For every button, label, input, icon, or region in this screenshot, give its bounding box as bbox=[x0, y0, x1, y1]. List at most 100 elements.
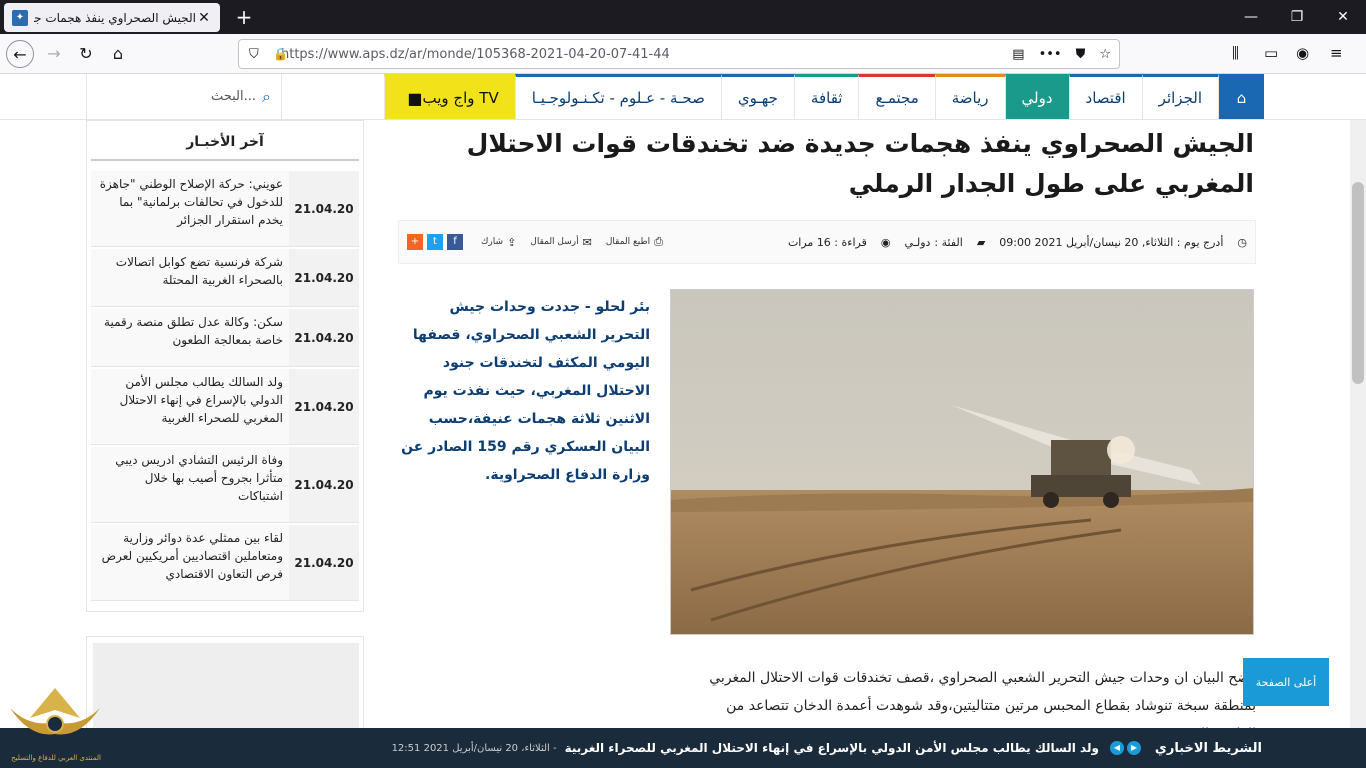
ad-box bbox=[86, 636, 364, 737]
ticker-headline[interactable]: ولد السالك يطالب مجلس الأمن الدولي بالإس… bbox=[565, 741, 1099, 755]
folder-icon: ▰ bbox=[976, 235, 986, 249]
library-icon[interactable]: ⫼ bbox=[1232, 44, 1239, 62]
close-window-icon[interactable]: ✕ bbox=[1320, 0, 1366, 34]
menu-item-society[interactable]: مجتمـع bbox=[858, 74, 935, 119]
menu-item-economy[interactable]: اقتصاد bbox=[1068, 74, 1142, 119]
ticker-prev-icon[interactable]: ◀ bbox=[1109, 741, 1124, 755]
eagle-logo-icon bbox=[10, 688, 100, 735]
article-photo bbox=[670, 289, 1254, 635]
menu-item-health-science[interactable]: صحـة - عـلوم - تكـنـولوجـيـا bbox=[514, 74, 721, 119]
menu-item-regional[interactable]: جهـوي bbox=[720, 74, 794, 119]
menu-item-sports[interactable]: رياضة bbox=[934, 74, 1005, 119]
reload-button[interactable]: ↻ bbox=[72, 40, 100, 68]
search-box[interactable]: البحث... ⌕ bbox=[86, 74, 282, 119]
print-link[interactable]: اطبع المقال bbox=[606, 237, 650, 247]
forum-logo: المنتدى العربي للدفاع والتسليح bbox=[0, 678, 110, 768]
menu-item-tv[interactable]: ■ واج ويب TV bbox=[384, 74, 515, 119]
list-item[interactable]: 21.04.20 شركة فرنسية تضع كوابل اتصالات ب… bbox=[91, 249, 359, 307]
lock-icon[interactable]: 🔒 bbox=[273, 47, 288, 61]
meta-reads: قراءة : 16 مرات bbox=[787, 235, 867, 249]
article-meta: ◷ أدرج يوم : الثلاثاء, 20 نيسان/أبريل 20… bbox=[398, 220, 1256, 264]
news-ticker: الشريط الاخباري ◀ ▶ ولد السالك يطالب مجل… bbox=[0, 728, 1366, 768]
bookmark-star-icon[interactable]: ☆ bbox=[1099, 47, 1111, 62]
site-favicon-icon: ✦ bbox=[12, 9, 28, 26]
forward-button[interactable]: → bbox=[40, 40, 68, 68]
rocket-launcher-image bbox=[671, 290, 1253, 634]
news-date: 21.04.20 bbox=[289, 369, 359, 444]
article-lead: بئر لحلو - جددت وحدات جيش التحرير الشعبي… bbox=[401, 299, 650, 483]
new-tab-button[interactable]: + bbox=[232, 5, 256, 29]
url-text[interactable]: https://www.aps.dz/ar/monde/105368-2021-… bbox=[281, 47, 998, 62]
send-link[interactable]: أرسل المقال bbox=[530, 237, 578, 247]
shield-icon[interactable]: ⛉ bbox=[249, 47, 259, 62]
latest-news-sidebar: آخر الأخبـار 21.04.20 عويني: حركة الإصلا… bbox=[86, 120, 364, 612]
plus-icon[interactable]: + bbox=[407, 234, 423, 250]
list-item[interactable]: 21.04.20 ولد السالك يطالب مجلس الأمن الد… bbox=[91, 369, 359, 445]
site-header: ⌂ الجزائر اقتصاد دولي رياضة مجتمـع ثقافة… bbox=[0, 74, 1366, 120]
share-label[interactable]: شارك bbox=[481, 237, 503, 247]
article-title: الجيش الصحراوي ينفذ هجمات جديدة ضد تخندق… bbox=[466, 129, 1254, 198]
ticker-next-icon[interactable]: ▶ bbox=[1126, 741, 1141, 755]
meta-category[interactable]: دولـي bbox=[904, 236, 930, 249]
ticker-arrows: ◀ ▶ bbox=[1107, 741, 1141, 755]
sidebar-toggle-icon[interactable]: ▭ bbox=[1264, 44, 1278, 62]
list-item[interactable]: 21.04.20 وفاة الرئيس التشادي ادريس ديبي … bbox=[91, 447, 359, 523]
menu-item-international[interactable]: دولي bbox=[1004, 74, 1069, 119]
back-to-top-button[interactable]: أعلى الصفحة bbox=[1243, 658, 1329, 706]
share-icon[interactable]: ⇪ bbox=[507, 236, 516, 249]
news-date: 21.04.20 bbox=[289, 171, 359, 246]
back-button[interactable]: ← bbox=[6, 40, 34, 68]
ad-placeholder bbox=[93, 643, 359, 737]
page-actions-icon[interactable]: ••• bbox=[1039, 47, 1062, 62]
ticker-date: - الثلاثاء، 20 نيسان/أبريل 2021 12:51 bbox=[391, 742, 557, 754]
browser-tab[interactable]: ✦ الجيش الصحراوي ينفذ هجمات جديدة ✕ bbox=[4, 3, 220, 32]
menu-home[interactable]: ⌂ bbox=[1218, 74, 1264, 119]
news-headline[interactable]: شركة فرنسية تضع كوابل اتصالات بالصحراء ا… bbox=[91, 249, 289, 306]
news-headline[interactable]: وفاة الرئيس التشادي ادريس ديبي متأثرا بج… bbox=[91, 447, 289, 522]
list-item[interactable]: 21.04.20 لقاء بين ممثلي عدة دوائر وزارية… bbox=[91, 525, 359, 601]
meta-category-label: الفئة : bbox=[934, 235, 963, 249]
browser-tabbar: ✦ الجيش الصحراوي ينفذ هجمات جديدة ✕ + — … bbox=[0, 0, 1366, 34]
url-bar[interactable]: ⛉ 🔒 https://www.aps.dz/ar/monde/105368-2… bbox=[238, 39, 1120, 69]
pocket-icon[interactable]: ⛊ bbox=[1076, 47, 1086, 62]
page-scrollbar[interactable] bbox=[1350, 120, 1366, 728]
news-headline[interactable]: سكن: وكالة عدل تطلق منصة رقمية خاصة بمعا… bbox=[91, 309, 289, 366]
news-date: 21.04.20 bbox=[289, 249, 359, 306]
ticker-label: الشريط الاخباري bbox=[1154, 740, 1262, 756]
news-headline[interactable]: عويني: حركة الإصلاح الوطني "جاهزة للدخول… bbox=[91, 171, 289, 246]
news-date: 21.04.20 bbox=[289, 447, 359, 522]
home-icon: ⌂ bbox=[1236, 89, 1247, 107]
news-headline[interactable]: لقاء بين ممثلي عدة دوائر وزارية ومتعاملي… bbox=[91, 525, 289, 600]
email-icon[interactable]: ✉ bbox=[583, 236, 592, 249]
scrollbar-thumb[interactable] bbox=[1352, 182, 1364, 384]
facebook-icon[interactable]: f bbox=[447, 234, 463, 250]
close-tab-icon[interactable]: ✕ bbox=[196, 10, 212, 26]
list-item[interactable]: 21.04.20 سكن: وكالة عدل تطلق منصة رقمية … bbox=[91, 309, 359, 367]
minimize-icon[interactable]: — bbox=[1228, 0, 1274, 34]
meta-date: أدرج يوم : الثلاثاء, 20 نيسان/أبريل 2021… bbox=[999, 235, 1224, 249]
browser-navbar: ← → ↻ ⌂ ⛉ 🔒 https://www.aps.dz/ar/monde/… bbox=[0, 34, 1366, 74]
print-icon[interactable]: ⎙ bbox=[654, 235, 663, 249]
sidebar-title: آخر الأخبـار bbox=[91, 127, 359, 161]
tab-title: الجيش الصحراوي ينفذ هجمات جديدة bbox=[34, 10, 196, 25]
news-date: 21.04.20 bbox=[289, 309, 359, 366]
tv-label: واج ويب TV bbox=[422, 89, 499, 107]
news-date: 21.04.20 bbox=[289, 525, 359, 600]
account-icon[interactable]: ◉ bbox=[1296, 44, 1309, 62]
eye-icon: ◉ bbox=[880, 235, 891, 249]
menu-icon[interactable]: ≡ bbox=[1330, 44, 1343, 62]
restore-icon[interactable]: ❐ bbox=[1274, 0, 1320, 34]
main-menu: ⌂ الجزائر اقتصاد دولي رياضة مجتمـع ثقافة… bbox=[384, 74, 1264, 119]
video-camera-icon: ■ bbox=[407, 88, 423, 108]
home-button[interactable]: ⌂ bbox=[104, 40, 132, 68]
menu-item-culture[interactable]: ثقافة bbox=[793, 74, 859, 119]
list-item[interactable]: 21.04.20 عويني: حركة الإصلاح الوطني "جاه… bbox=[91, 171, 359, 247]
menu-item-algeria[interactable]: الجزائر bbox=[1141, 74, 1218, 119]
logo-text: المنتدى العربي للدفاع والتسليح bbox=[11, 754, 101, 762]
search-icon[interactable]: ⌕ bbox=[262, 87, 271, 107]
twitter-icon[interactable]: t bbox=[427, 234, 443, 250]
news-headline[interactable]: ولد السالك يطالب مجلس الأمن الدولي بالإس… bbox=[91, 369, 289, 444]
search-input[interactable]: البحث... bbox=[97, 89, 256, 104]
clock-icon: ◷ bbox=[1237, 235, 1247, 249]
reader-view-icon[interactable]: ▤ bbox=[1012, 47, 1024, 62]
